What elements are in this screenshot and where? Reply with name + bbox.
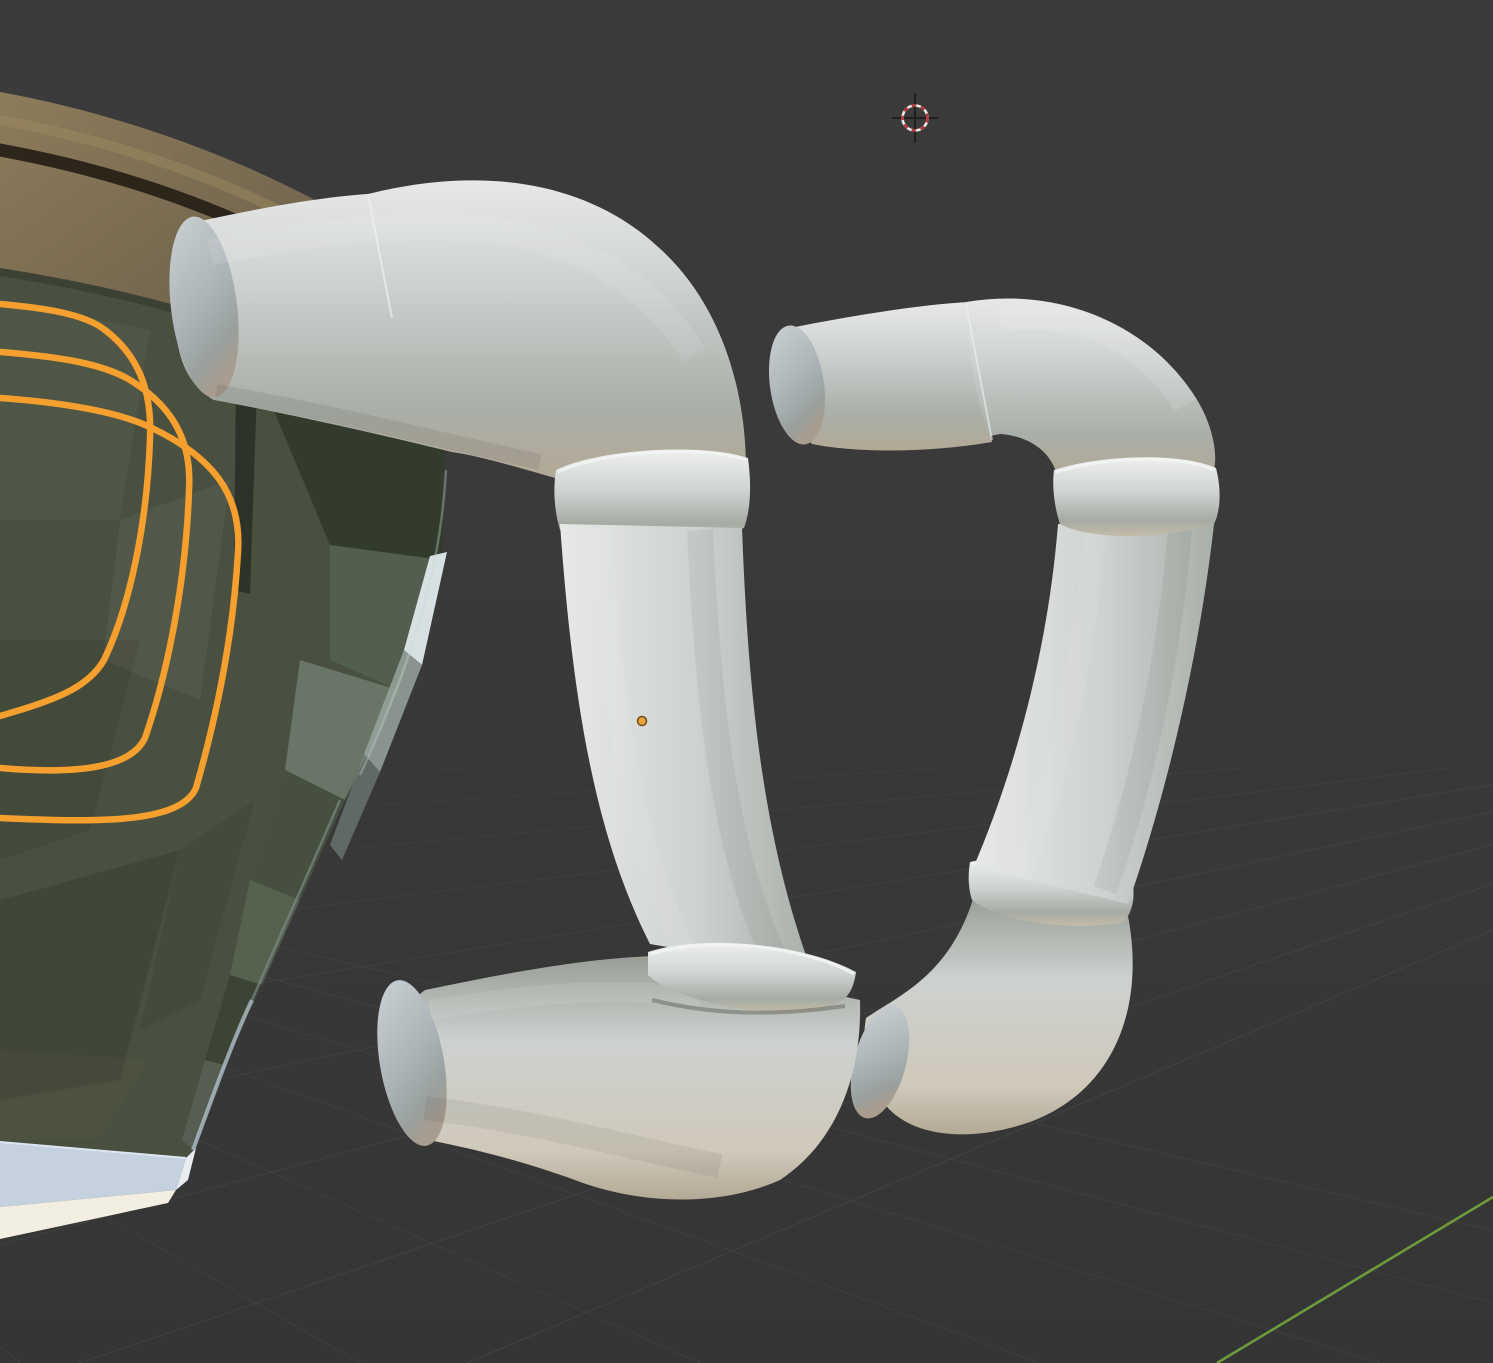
3d-viewport[interactable]: [0, 0, 1493, 1363]
pipe-right-top-collar[interactable]: [1053, 457, 1219, 536]
viewport-canvas[interactable]: [0, 0, 1493, 1363]
object-origin-dot[interactable]: [638, 717, 647, 726]
